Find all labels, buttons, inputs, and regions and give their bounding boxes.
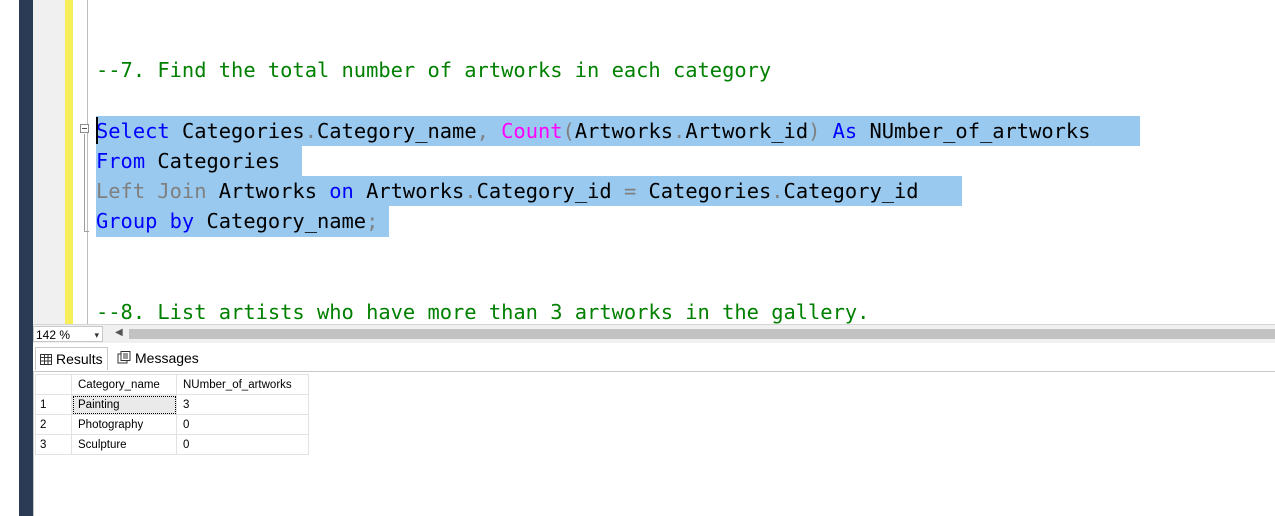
fold-guide-end	[84, 231, 89, 232]
code-token: Categories	[145, 149, 293, 173]
scroll-left-icon[interactable]: ◀	[115, 327, 123, 338]
tab-messages[interactable]: Messages	[113, 347, 203, 369]
code-token: Artworks	[206, 179, 330, 203]
row-number[interactable]: 2	[35, 414, 72, 435]
code-token: Categories	[169, 119, 305, 143]
tab-messages-label: Messages	[135, 350, 199, 366]
code-token: Category_name	[194, 209, 367, 233]
code-token: .	[771, 179, 784, 203]
sql-group-line: Group by Category_name;	[96, 206, 378, 236]
results-grid[interactable]: Category_name NUmber_of_artworks 1 Paint…	[35, 374, 309, 455]
fold-guide	[84, 134, 85, 232]
change-tracking-bar	[65, 0, 73, 324]
horizontal-scrollbar[interactable]	[129, 329, 1275, 339]
chevron-down-icon: ▾	[94, 330, 99, 340]
row-number[interactable]: 1	[35, 394, 72, 415]
grid-cell[interactable]: 0	[176, 414, 309, 435]
code-token: Category_name	[317, 119, 477, 143]
line-gutter	[33, 0, 65, 324]
object-explorer-edge	[19, 0, 33, 516]
grid-left-border	[33, 372, 34, 516]
table-row: 3 Sculpture 0	[35, 434, 309, 455]
keyword-select: Select	[96, 119, 170, 143]
outline-margin	[87, 0, 88, 324]
code-token: NUmber_of_artworks	[857, 119, 1091, 143]
tab-results[interactable]: Results	[35, 347, 108, 370]
code-token: Artwork_id	[685, 119, 809, 143]
code-token: .	[673, 119, 686, 143]
grid-cell[interactable]: Painting	[71, 394, 177, 415]
grid-header-row: Category_name NUmber_of_artworks	[35, 374, 309, 395]
grid-cell[interactable]: Sculpture	[71, 434, 177, 455]
grid-cell[interactable]: 3	[176, 394, 309, 415]
comment-line-7: --7. Find the total number of artworks i…	[96, 58, 772, 82]
sql-join-line: Left Join Artworks on Artworks.Category_…	[96, 176, 931, 206]
code-token: .	[304, 119, 317, 143]
code-token: )	[808, 119, 821, 143]
grid-corner-cell[interactable]	[35, 374, 72, 395]
code-token: .	[464, 179, 477, 203]
code-token: Artworks	[353, 179, 465, 203]
keyword-left-join: Left Join	[96, 179, 207, 203]
code-token: Artworks	[574, 119, 674, 143]
code-token: Categories	[636, 179, 772, 203]
zoom-level: 142 %	[36, 328, 71, 342]
column-header-category-name[interactable]: Category_name	[71, 374, 177, 395]
tab-results-label: Results	[56, 351, 103, 367]
keyword-from: From	[96, 149, 146, 173]
function-count: Count	[501, 119, 563, 143]
query-editor[interactable]: --7. Find the total number of artworks i…	[33, 0, 1275, 324]
comment-line-8: --8. List artists who have more than 3 a…	[96, 300, 870, 324]
grid-cell[interactable]: Photography	[71, 414, 177, 435]
code-token: =	[623, 179, 637, 203]
grid-cell[interactable]: 0	[176, 434, 309, 455]
table-row: 1 Painting 3	[35, 394, 309, 415]
row-number[interactable]: 3	[35, 434, 72, 455]
code-token: ,	[476, 119, 489, 143]
text-caret	[96, 117, 98, 144]
code-token: Category_id	[476, 179, 624, 203]
collapse-toggle-icon[interactable]	[80, 124, 89, 133]
keyword-on: on	[329, 179, 354, 203]
code-token: ;	[366, 209, 379, 233]
editor-status-bar: 142 % ▾ ◀	[33, 324, 1275, 343]
messages-icon	[117, 348, 131, 370]
keyword-as: As	[832, 119, 858, 143]
zoom-dropdown[interactable]: 142 % ▾	[33, 326, 103, 342]
code-token: Category_id	[783, 179, 931, 203]
column-header-number-of-artworks[interactable]: NUmber_of_artworks	[176, 374, 309, 395]
code-token: (	[562, 119, 575, 143]
grid-icon	[40, 349, 52, 371]
keyword-group-by: Group by	[96, 209, 195, 233]
results-grid-panel: Category_name NUmber_of_artworks 1 Paint…	[33, 372, 1275, 516]
results-tab-strip: Results Messages	[33, 343, 1275, 372]
sql-select-line: Select Categories.Category_name, Count(A…	[96, 116, 1090, 146]
sql-from-line: From Categories	[96, 146, 292, 176]
left-window-edge	[0, 0, 19, 516]
table-row: 2 Photography 0	[35, 414, 309, 435]
